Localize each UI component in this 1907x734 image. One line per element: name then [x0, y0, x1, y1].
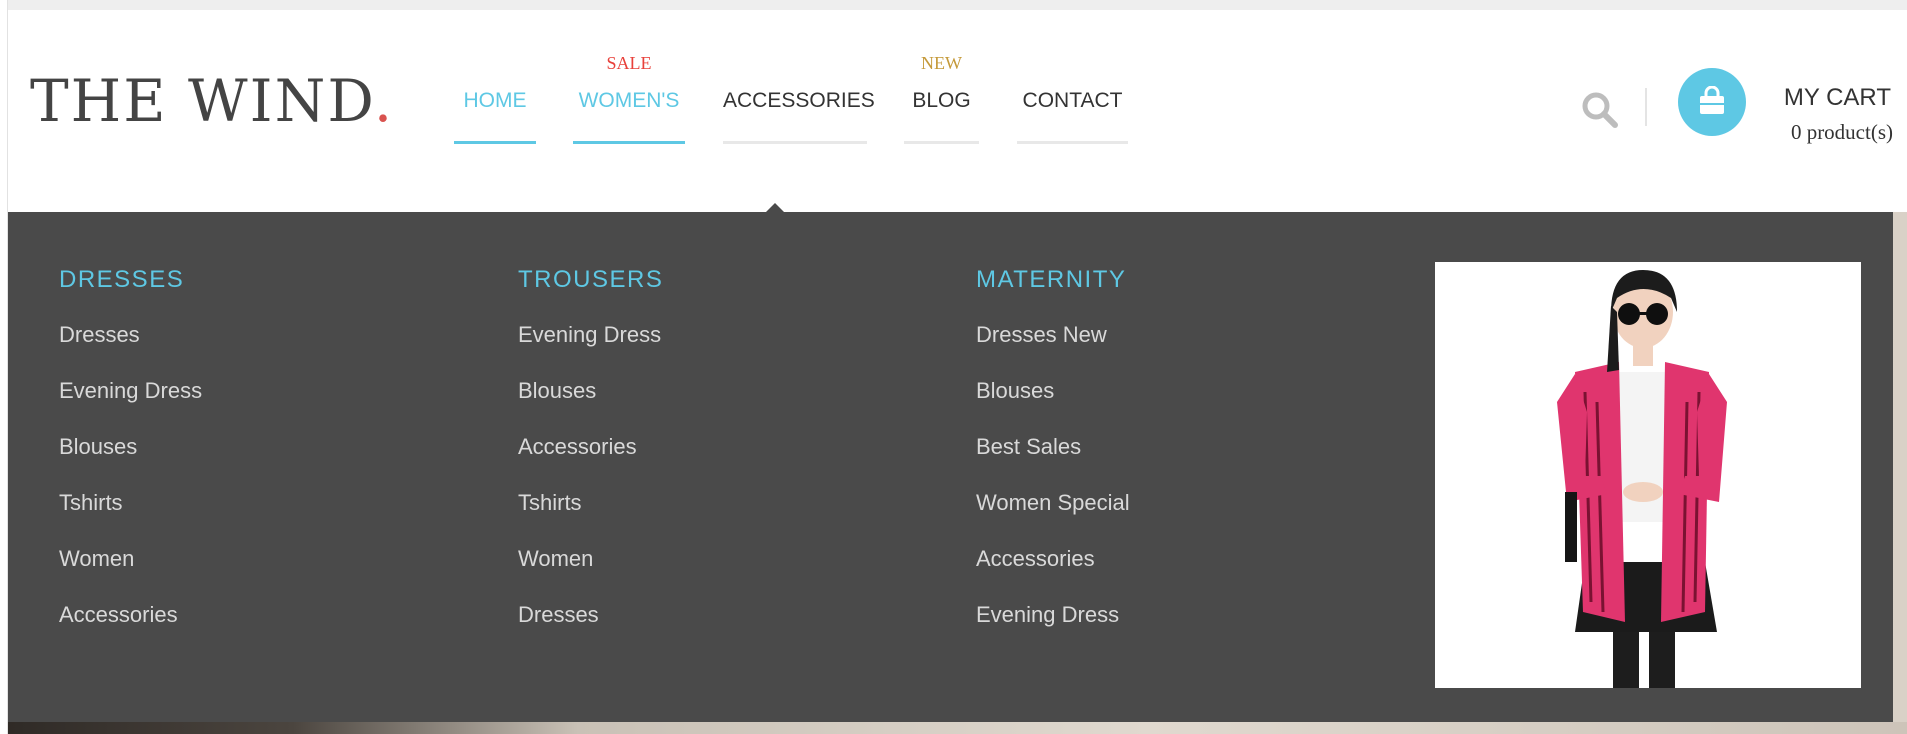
menu-link[interactable]: Women Special: [976, 492, 1396, 548]
menu-link[interactable]: Dresses New: [976, 324, 1396, 380]
nav-label-accessories: ACCESSORIES: [723, 89, 875, 112]
main-nav: HOME SALE WOMEN'S ACCESSORIES NEW BLOG C…: [8, 10, 1907, 212]
nav-label-womens: WOMEN'S: [578, 89, 680, 112]
menu-link[interactable]: Dresses: [59, 324, 479, 380]
site-header: THE WIND. HOME SALE WOMEN'S ACCESSORIES …: [8, 10, 1907, 213]
promo-product-image[interactable]: [1435, 262, 1861, 688]
column-title[interactable]: DRESSES: [59, 268, 479, 292]
menu-link[interactable]: Evening Dress: [518, 324, 938, 380]
menu-link[interactable]: Best Sales: [976, 436, 1396, 492]
sale-badge: SALE: [606, 53, 652, 73]
column-title[interactable]: MATERNITY: [976, 268, 1396, 292]
new-badge: NEW: [921, 53, 962, 73]
hero-background-bottom: [8, 722, 1907, 734]
nav-item-blog[interactable]: NEW BLOG: [904, 54, 979, 144]
menu-link[interactable]: Accessories: [59, 604, 479, 660]
menu-column-dresses: DRESSES Dresses Evening Dress Blouses Ts…: [59, 256, 479, 660]
nav-label-blog: BLOG: [912, 89, 971, 112]
menu-link[interactable]: Blouses: [976, 380, 1396, 436]
column-title[interactable]: TROUSERS: [518, 268, 938, 292]
menu-link[interactable]: Accessories: [976, 548, 1396, 604]
menu-link[interactable]: Dresses: [518, 604, 938, 660]
nav-item-accessories[interactable]: ACCESSORIES: [723, 76, 875, 144]
menu-link[interactable]: Tshirts: [59, 492, 479, 548]
menu-column-maternity: MATERNITY Dresses New Blouses Best Sales…: [976, 256, 1396, 660]
menu-link[interactable]: Blouses: [518, 380, 938, 436]
menu-link[interactable]: Accessories: [518, 436, 938, 492]
menu-link[interactable]: Evening Dress: [59, 380, 479, 436]
menu-link[interactable]: Women: [518, 548, 938, 604]
cart-count[interactable]: 0 product(s): [1791, 122, 1893, 143]
frame-left: [0, 0, 8, 734]
cart-title[interactable]: MY CART: [1784, 86, 1891, 110]
menu-link[interactable]: Blouses: [59, 436, 479, 492]
nav-item-womens[interactable]: SALE WOMEN'S: [573, 54, 685, 144]
frame-top: [0, 0, 1907, 10]
menu-link[interactable]: Evening Dress: [976, 604, 1396, 660]
mega-menu: DRESSES Dresses Evening Dress Blouses Ts…: [8, 212, 1893, 722]
shopping-bag-icon: [1700, 86, 1724, 114]
menu-link[interactable]: Tshirts: [518, 492, 938, 548]
nav-item-contact[interactable]: CONTACT: [1017, 76, 1128, 144]
menu-column-trousers: TROUSERS Evening Dress Blouses Accessori…: [518, 256, 938, 660]
header-divider: [1645, 88, 1647, 126]
nav-label-contact: CONTACT: [1022, 89, 1123, 112]
model-illustration: [1557, 270, 1727, 688]
nav-label-home: HOME: [463, 89, 527, 112]
nav-item-home[interactable]: HOME: [454, 76, 536, 144]
search-icon[interactable]: [1580, 90, 1620, 130]
cart-button[interactable]: [1678, 68, 1746, 136]
menu-link[interactable]: Women: [59, 548, 479, 604]
